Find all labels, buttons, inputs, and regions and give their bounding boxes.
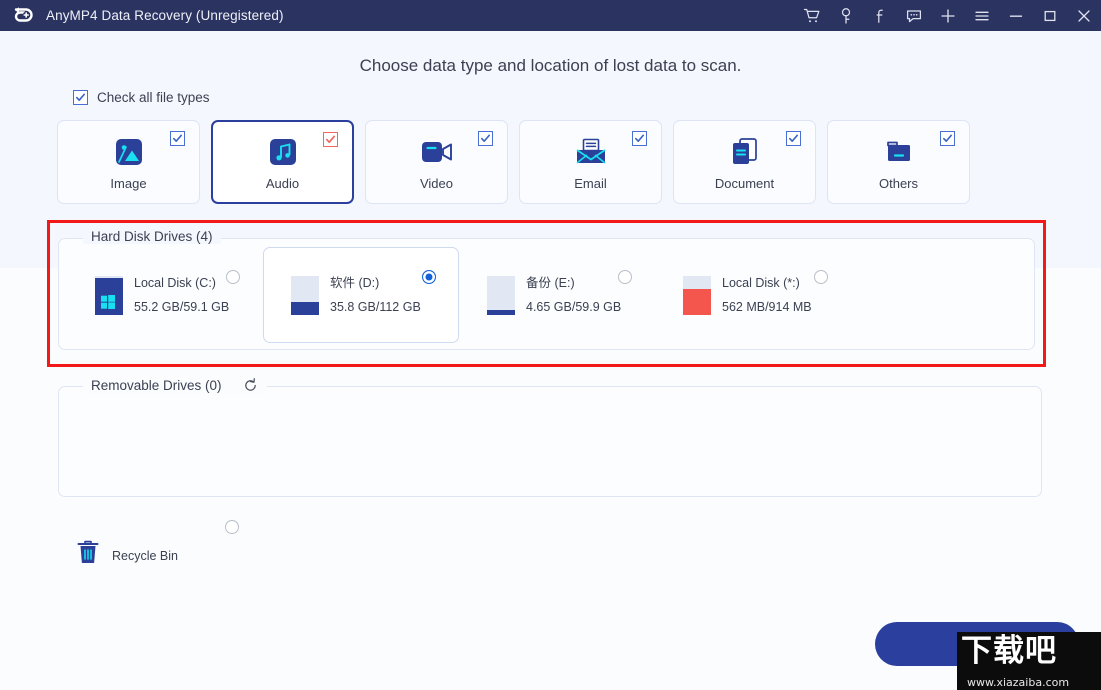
watermark: 下载吧 www.xiazaiba.com	[957, 632, 1101, 690]
recycle-bin-item[interactable]: Recycle Bin	[72, 515, 257, 577]
file-type-card-document[interactable]: Document	[673, 120, 816, 204]
watermark-url: www.xiazaiba.com	[967, 676, 1070, 689]
file-type-card-email[interactable]: Email	[519, 120, 662, 204]
drive-usage-bar-e	[487, 275, 515, 315]
image-icon	[113, 135, 145, 169]
refresh-icon[interactable]	[242, 377, 259, 394]
drive-size: 4.65 GB/59.9 GB	[526, 300, 622, 314]
document-checkbox[interactable]	[786, 131, 801, 146]
recycle-bin-label: Recycle Bin	[112, 548, 178, 563]
file-type-label: Others	[878, 176, 918, 191]
titlebar-icon-group	[795, 0, 1101, 31]
check-all-checkbox[interactable]	[73, 90, 88, 105]
removable-drives-group: Removable Drives (0)	[58, 377, 1042, 497]
file-type-card-audio[interactable]: Audio	[211, 120, 354, 204]
audio-icon	[267, 135, 299, 169]
drive-usage-bar-d	[291, 275, 319, 315]
drive-size: 562 MB/914 MB	[722, 300, 812, 314]
image-checkbox[interactable]	[170, 131, 185, 146]
drive-item-e[interactable]: 备份 (E:) 4.65 GB/59.9 GB	[459, 247, 655, 343]
check-all-file-types[interactable]: Check all file types	[73, 90, 210, 105]
feedback-icon[interactable]	[897, 0, 931, 31]
file-type-label: Document	[714, 176, 775, 191]
facebook-icon[interactable]	[863, 0, 897, 31]
page-title: Choose data type and location of lost da…	[359, 56, 742, 75]
drive-name: 软件 (D:)	[330, 275, 380, 290]
drive-text-d: 软件 (D:) 35.8 GB/112 GB	[330, 271, 421, 320]
file-type-card-image[interactable]: Image	[57, 120, 200, 204]
drive-radio-star[interactable]	[814, 270, 828, 284]
file-type-label: Email	[574, 176, 607, 191]
drive-size: 35.8 GB/112 GB	[330, 300, 421, 314]
drive-usage-bar-c	[95, 275, 123, 315]
file-type-card-list: Image Audio Video Email Document Others	[57, 120, 1045, 204]
drive-item-star[interactable]: Local Disk (*:) 562 MB/914 MB	[655, 247, 851, 343]
audio-checkbox[interactable]	[323, 132, 338, 147]
windows-logo-icon	[101, 294, 115, 309]
drive-text-c: Local Disk (C:) 55.2 GB/59.1 GB	[134, 271, 229, 320]
hard-disk-drives-group: Hard Disk Drives (4) Local Disk (C:) 55.…	[58, 229, 1035, 350]
file-type-label: Video	[419, 176, 453, 191]
drive-text-star: Local Disk (*:) 562 MB/914 MB	[722, 271, 812, 320]
app-title: AnyMP4 Data Recovery (Unregistered)	[46, 8, 284, 23]
video-checkbox[interactable]	[478, 131, 493, 146]
email-checkbox[interactable]	[632, 131, 647, 146]
document-icon	[729, 135, 761, 169]
drive-name: Local Disk (*:)	[722, 275, 800, 290]
check-all-label: Check all file types	[97, 90, 210, 105]
others-checkbox[interactable]	[940, 131, 955, 146]
recycle-bin-radio[interactable]	[225, 520, 239, 534]
drive-size: 55.2 GB/59.1 GB	[134, 300, 230, 314]
file-type-label: Audio	[265, 176, 300, 191]
data-recovery-logo-icon	[12, 5, 34, 27]
removable-drives-legend-text: Removable Drives (0)	[91, 378, 222, 393]
hard-disk-drives-legend: Hard Disk Drives (4)	[83, 229, 221, 244]
hard-disk-drive-list: Local Disk (C:) 55.2 GB/59.1 GB 软件 (D:) …	[67, 247, 851, 343]
drive-name: 备份 (E:)	[526, 275, 575, 290]
video-icon	[420, 135, 454, 169]
drive-radio-e[interactable]	[618, 270, 632, 284]
key-icon[interactable]	[829, 0, 863, 31]
plus-icon[interactable]	[931, 0, 965, 31]
close-icon[interactable]	[1067, 0, 1101, 31]
drive-radio-c[interactable]	[226, 270, 240, 284]
hard-disk-drives-legend-text: Hard Disk Drives (4)	[91, 229, 213, 244]
trash-icon	[76, 539, 100, 572]
minimize-icon[interactable]	[999, 0, 1033, 31]
drive-radio-d[interactable]	[422, 270, 436, 284]
application-window: AnyMP4 Data Recovery (Unregistered) Choo…	[0, 0, 1101, 690]
cart-icon[interactable]	[795, 0, 829, 31]
file-type-card-video[interactable]: Video	[365, 120, 508, 204]
maximize-icon[interactable]	[1033, 0, 1067, 31]
drive-usage-bar-star	[683, 275, 711, 315]
drive-name: Local Disk (C:)	[134, 275, 216, 290]
drive-item-d[interactable]: 软件 (D:) 35.8 GB/112 GB	[263, 247, 459, 343]
removable-drives-legend: Removable Drives (0)	[83, 377, 267, 394]
title-bar: AnyMP4 Data Recovery (Unregistered)	[0, 0, 1101, 31]
drive-item-c[interactable]: Local Disk (C:) 55.2 GB/59.1 GB	[67, 247, 263, 343]
file-type-card-others[interactable]: Others	[827, 120, 970, 204]
recycle-bin-inner: Recycle Bin	[76, 539, 178, 572]
drive-text-e: 备份 (E:) 4.65 GB/59.9 GB	[526, 271, 621, 320]
watermark-text: 下载吧	[961, 633, 1057, 669]
others-icon	[883, 135, 915, 169]
email-icon	[574, 135, 608, 169]
menu-icon[interactable]	[965, 0, 999, 31]
file-type-label: Image	[110, 176, 147, 191]
